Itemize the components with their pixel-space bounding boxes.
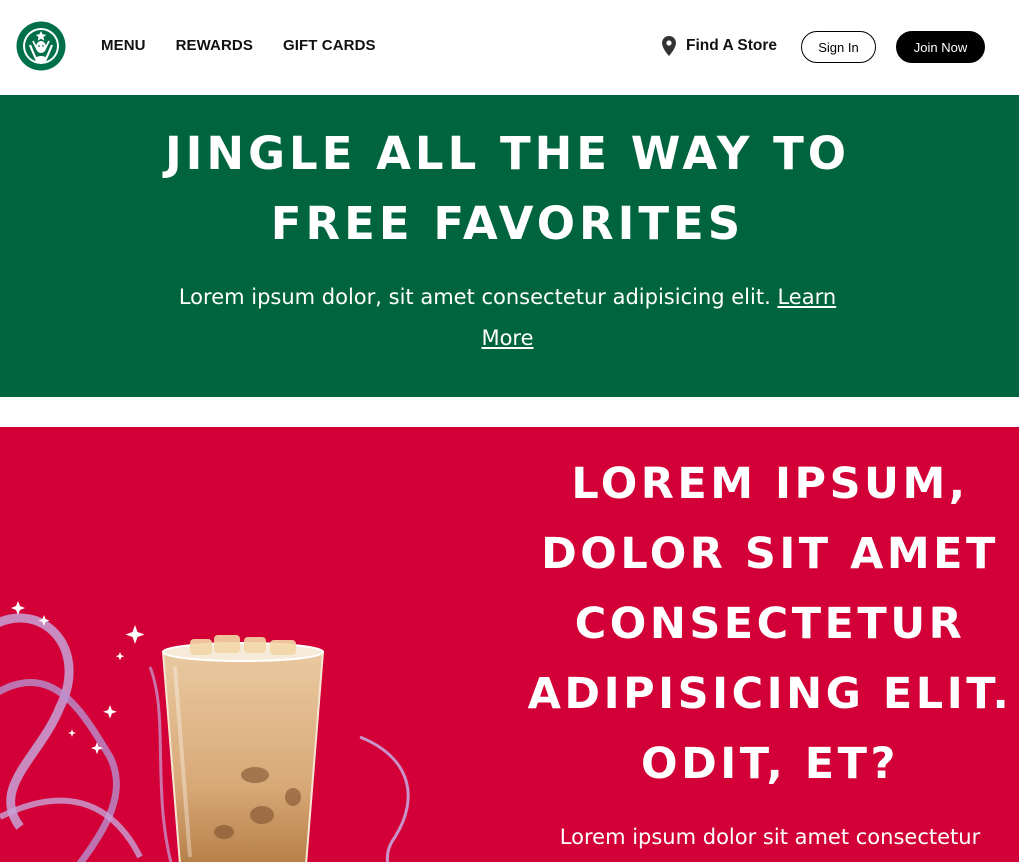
promo-section: LOREM IPSUM, DOLOR SIT AMET CONSECTETUR … — [0, 427, 1019, 862]
site-header: MENU REWARDS GIFT CARDS Find A Store Sig… — [0, 0, 1019, 95]
nav-rewards[interactable]: REWARDS — [176, 37, 253, 54]
iced-coffee-drink-image — [0, 601, 410, 862]
promo-text: Lorem ipsum dolor sit amet consectetur — [559, 825, 981, 849]
location-pin-icon — [662, 36, 676, 56]
nav-gift-cards[interactable]: GIFT CARDS — [283, 37, 376, 54]
find-store-label: Find A Store — [686, 37, 777, 54]
main-nav: MENU REWARDS GIFT CARDS — [101, 37, 406, 54]
banner-text: Lorem ipsum dolor, sit amet consectetur … — [150, 277, 865, 359]
find-store-link[interactable]: Find A Store — [662, 36, 777, 56]
starbucks-siren-logo-icon[interactable] — [16, 21, 66, 71]
banner-title: JINGLE ALL THE WAY TO FREE FAVORITES — [164, 127, 851, 250]
holiday-banner: JINGLE ALL THE WAY TO FREE FAVORITES Lor… — [0, 95, 1019, 397]
join-now-button[interactable]: Join Now — [896, 31, 985, 63]
promo-title: LOREM IPSUM, DOLOR SIT AMET CONSECTETUR … — [527, 459, 1013, 789]
sign-in-button[interactable]: Sign In — [801, 31, 876, 63]
nav-menu[interactable]: MENU — [101, 37, 146, 54]
banner-body: Lorem ipsum dolor, sit amet consectetur … — [178, 285, 771, 309]
